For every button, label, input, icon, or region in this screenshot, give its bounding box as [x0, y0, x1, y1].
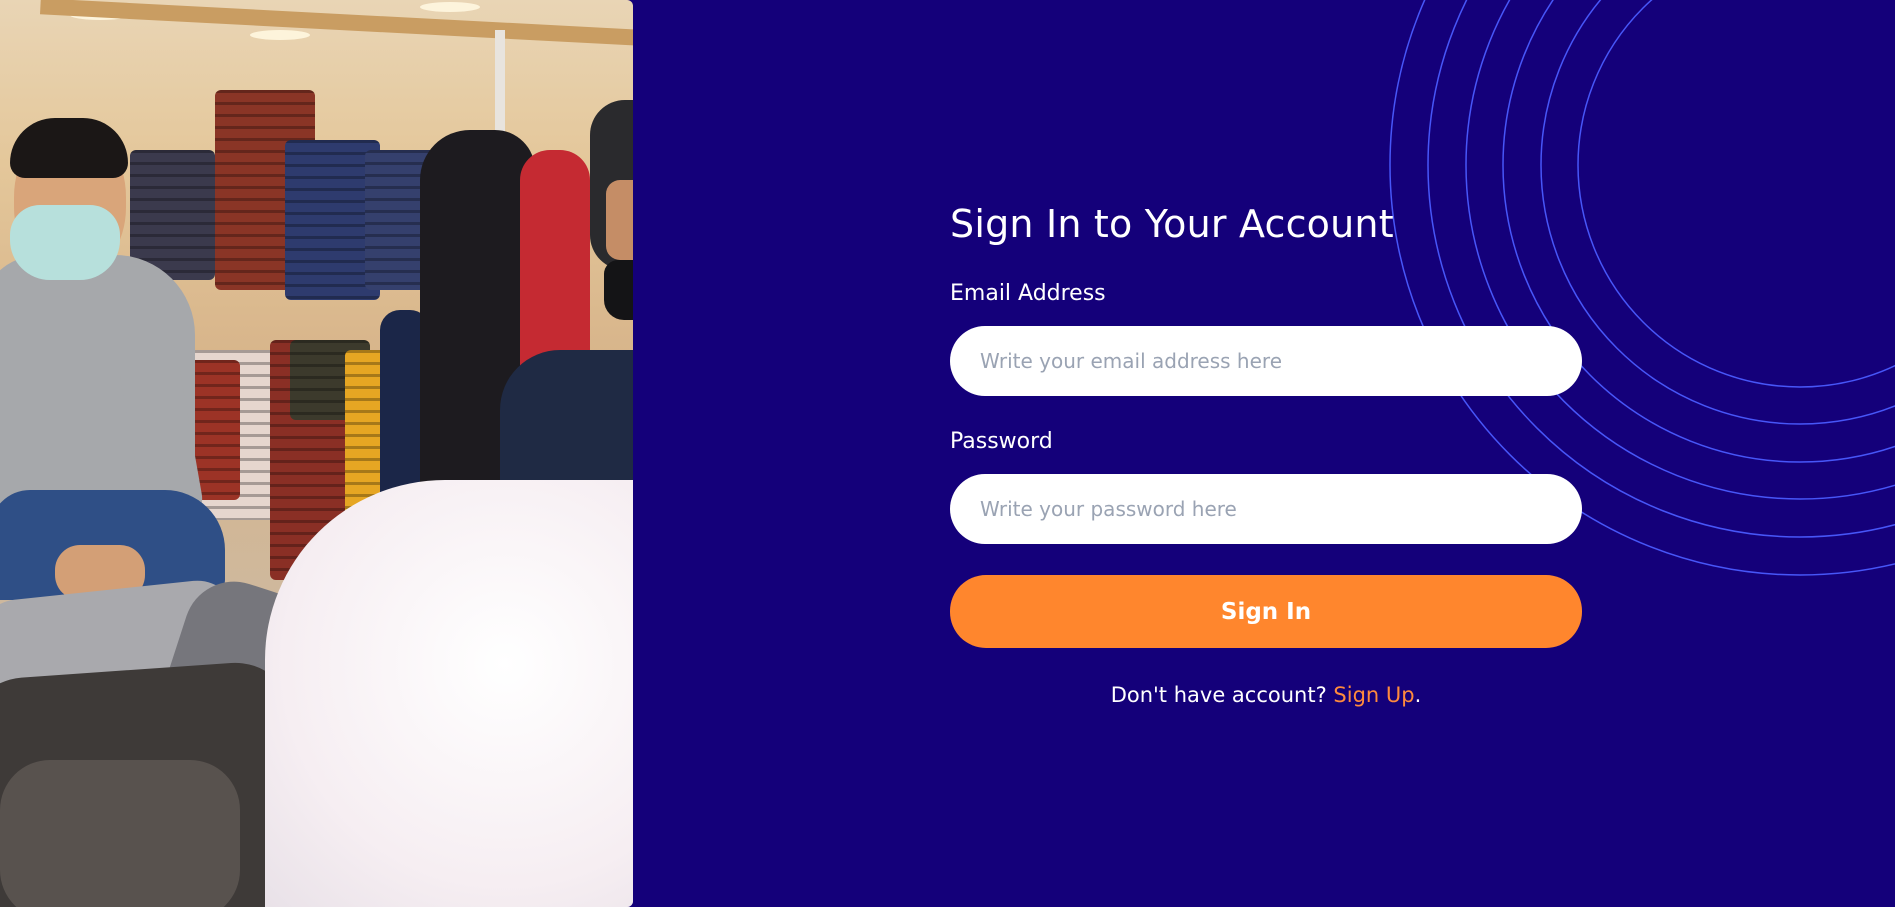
- page-title: Sign In to Your Account: [950, 202, 1394, 246]
- email-label: Email Address: [950, 281, 1106, 306]
- signup-prompt-line: Don't have account? Sign Up.: [950, 681, 1582, 709]
- password-input[interactable]: [950, 474, 1582, 544]
- signup-period: .: [1414, 683, 1422, 707]
- password-label: Password: [950, 429, 1053, 454]
- signup-prompt-text: Don't have account?: [1110, 683, 1327, 707]
- sign-up-link[interactable]: Sign Up: [1333, 683, 1414, 707]
- email-input[interactable]: [950, 326, 1582, 396]
- sign-in-form: Sign In to Your Account Email Address Pa…: [950, 198, 1582, 709]
- sign-in-page: Sign In to Your Account Email Address Pa…: [0, 0, 1895, 907]
- sign-in-button[interactable]: Sign In: [950, 575, 1582, 648]
- hero-store-photo: [0, 0, 633, 907]
